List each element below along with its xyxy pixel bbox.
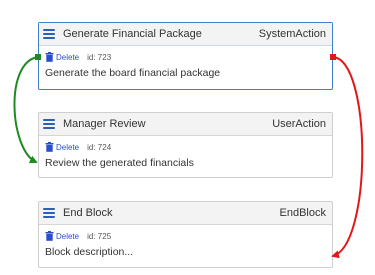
block-header[interactable]: Manager Review UserAction [39, 113, 332, 136]
block-body: Delete id: 724 Review the generated fina… [39, 136, 332, 174]
block-title: End Block [63, 207, 113, 219]
block-id: id: 723 [87, 52, 112, 62]
block-id: id: 725 [87, 231, 112, 241]
block-header[interactable]: End Block EndBlock [39, 202, 332, 225]
success-connector[interactable] [13, 56, 39, 164]
delete-link[interactable]: Delete [56, 232, 79, 241]
hamburger-menu-icon[interactable] [43, 208, 55, 218]
block-body: Delete id: 725 Block description... [39, 225, 332, 263]
block-type: SystemAction [258, 28, 326, 40]
block-meta-row: Delete id: 724 [45, 141, 325, 153]
workflow-block-manager-review[interactable]: Manager Review UserAction Delete id: 724… [38, 112, 333, 178]
trash-icon[interactable] [45, 142, 54, 152]
delete-link[interactable]: Delete [56, 53, 79, 62]
hamburger-menu-icon[interactable] [43, 29, 55, 39]
block-body: Delete id: 723 Generate the board financ… [39, 46, 332, 84]
trash-icon[interactable] [45, 231, 54, 241]
workflow-block-generate-financial-package[interactable]: Generate Financial Package SystemAction … [38, 22, 333, 90]
block-title: Generate Financial Package [63, 28, 202, 40]
workflow-block-end-block[interactable]: End Block EndBlock Delete id: 725 Block … [38, 201, 333, 268]
block-type: UserAction [272, 118, 326, 130]
block-title: Manager Review [63, 118, 146, 130]
block-id: id: 724 [87, 142, 112, 152]
hamburger-menu-icon[interactable] [43, 119, 55, 129]
block-header[interactable]: Generate Financial Package SystemAction [39, 23, 332, 46]
block-meta-row: Delete id: 725 [45, 230, 325, 242]
block-description: Block description... [45, 246, 134, 258]
block-description: Review the generated financials [45, 157, 194, 169]
block-meta-row: Delete id: 723 [45, 51, 325, 63]
block-description: Generate the board financial package [45, 67, 221, 79]
trash-icon[interactable] [45, 52, 54, 62]
workflow-canvas[interactable]: Generate Financial Package SystemAction … [0, 0, 375, 275]
delete-link[interactable]: Delete [56, 143, 79, 152]
failure-connector[interactable] [331, 56, 364, 259]
block-type: EndBlock [279, 207, 326, 219]
